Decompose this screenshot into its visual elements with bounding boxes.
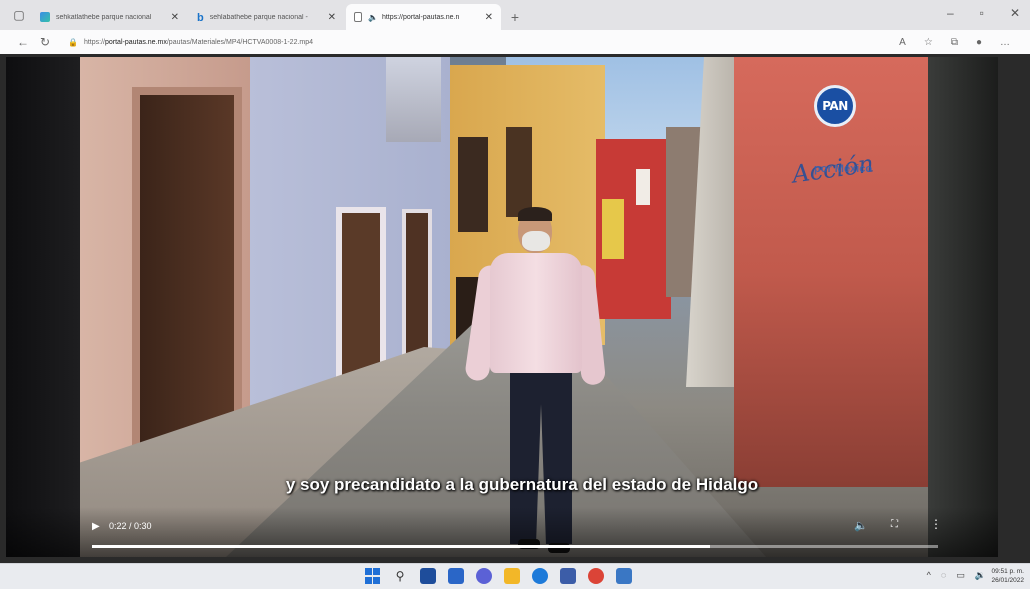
new-tab-button[interactable]: + <box>503 4 527 30</box>
close-icon[interactable]: ✕ <box>328 12 336 23</box>
chrome-icon[interactable] <box>588 568 604 584</box>
clock[interactable]: 09:51 p. m. 26/01/2022 <box>991 567 1024 585</box>
clock-time: 09:51 p. m. <box>991 568 1024 575</box>
chevron-up-icon[interactable]: ^ <box>927 570 931 581</box>
video-scene <box>132 87 242 457</box>
app-icon[interactable] <box>616 568 632 584</box>
video-scene <box>386 57 441 142</box>
favorite-star-icon[interactable]: ☆ <box>924 37 933 48</box>
clock-date: 26/01/2022 <box>991 577 1024 584</box>
widgets-icon[interactable] <box>420 568 436 584</box>
edge-icon <box>40 12 50 22</box>
tab-title: https://portal-pautas.ne.n <box>381 13 460 21</box>
tab-actions-icon[interactable]: ▢ <box>6 0 32 30</box>
address-bar[interactable]: 🔒 https:// portal-pautas.ne.mx /pautas/M… <box>62 33 889 51</box>
window-controls: – ▫ ✕ <box>947 6 1020 20</box>
start-icon[interactable] <box>364 568 380 584</box>
person-hair <box>518 207 552 221</box>
play-icon[interactable]: ▶ <box>92 521 100 532</box>
read-aloud-icon[interactable]: A <box>899 37 906 48</box>
speaker-icon[interactable]: 🔈 <box>368 13 378 22</box>
system-tray: ^ ◌ ▭ 🔉 <box>927 570 986 581</box>
edge-icon[interactable] <box>532 568 548 584</box>
url-prefix: https:// <box>83 38 105 46</box>
browser-tab-strip: ▢ sehkatlathebe parque nacional ✕ b sehl… <box>0 0 1030 30</box>
taskbar: ⚲ ^ ◌ ▭ 🔉 09:51 p. m. 26/01/2022 <box>0 563 1030 589</box>
pan-logo-subtitle: por México <box>814 163 873 175</box>
progress-fill <box>92 545 710 548</box>
close-icon[interactable]: ✕ <box>485 12 493 23</box>
person-mask <box>522 231 550 251</box>
collections-icon[interactable]: ⧉ <box>951 37 958 48</box>
task-view-icon[interactable] <box>448 568 464 584</box>
refresh-icon[interactable]: ↻ <box>34 35 56 49</box>
toolbar-icons: A ☆ ⧉ ● … <box>899 37 1018 48</box>
document-icon <box>354 12 362 22</box>
close-window-icon[interactable]: ✕ <box>1010 6 1020 20</box>
progress-bar[interactable] <box>92 545 938 548</box>
more-options-icon[interactable]: ⋮ <box>930 517 942 531</box>
time-display: 0:22 / 0:30 <box>109 521 152 531</box>
video-scene <box>636 169 650 205</box>
taskbar-icons: ⚲ <box>364 568 632 584</box>
chat-icon[interactable] <box>476 568 492 584</box>
video-subtitle: y soy precandidato a la gubernatura del … <box>285 475 759 494</box>
profile-icon[interactable]: ● <box>976 37 982 48</box>
video-controls: ▶ 0:22 / 0:30 🔈 ⛶ ⋮ <box>6 507 998 557</box>
volume-icon[interactable]: 🔈 <box>854 519 868 532</box>
video-player[interactable]: PAN Acción por México y soy precandidato… <box>6 57 998 557</box>
tab-1[interactable]: sehkatlathebe parque nacional ✕ <box>32 4 187 30</box>
close-icon[interactable]: ✕ <box>171 12 179 23</box>
video-scene <box>506 127 532 217</box>
url-host: portal-pautas.ne.mx <box>104 38 167 46</box>
pan-logo: PAN <box>814 85 856 127</box>
fullscreen-icon[interactable]: ⛶ <box>891 519 898 530</box>
more-menu-icon[interactable]: … <box>1000 37 1010 48</box>
maximize-icon[interactable]: ▫ <box>980 6 984 20</box>
tab-2[interactable]: b sehlabathebe parque nacional - ✕ <box>189 4 344 30</box>
tab-3-active[interactable]: 🔈 https://portal-pautas.ne.n ✕ <box>346 4 501 30</box>
address-bar-row: ← ↻ 🔒 https:// portal-pautas.ne.mx /paut… <box>0 30 1030 54</box>
speaker-icon[interactable]: 🔉 <box>975 570 986 581</box>
search-icon[interactable]: ⚲ <box>392 568 408 584</box>
tab-title: sehlabathebe parque nacional - <box>209 13 308 21</box>
lock-icon[interactable]: 🔒 <box>68 38 78 47</box>
bing-icon: b <box>197 12 204 24</box>
network-icon[interactable]: ◌ <box>941 570 946 581</box>
video-scene <box>402 209 432 369</box>
display-icon[interactable]: ▭ <box>956 570 965 581</box>
minimize-icon[interactable]: – <box>947 6 954 20</box>
person-shirt <box>490 253 582 373</box>
tab-title: sehkatlathebe parque nacional <box>56 13 152 21</box>
file-explorer-icon[interactable] <box>504 568 520 584</box>
url-path: /pautas/Materiales/MP4/HCTVA0008-1-22.mp… <box>166 38 314 46</box>
store-icon[interactable] <box>560 568 576 584</box>
back-icon[interactable]: ← <box>12 35 34 49</box>
person-walking <box>464 207 607 557</box>
